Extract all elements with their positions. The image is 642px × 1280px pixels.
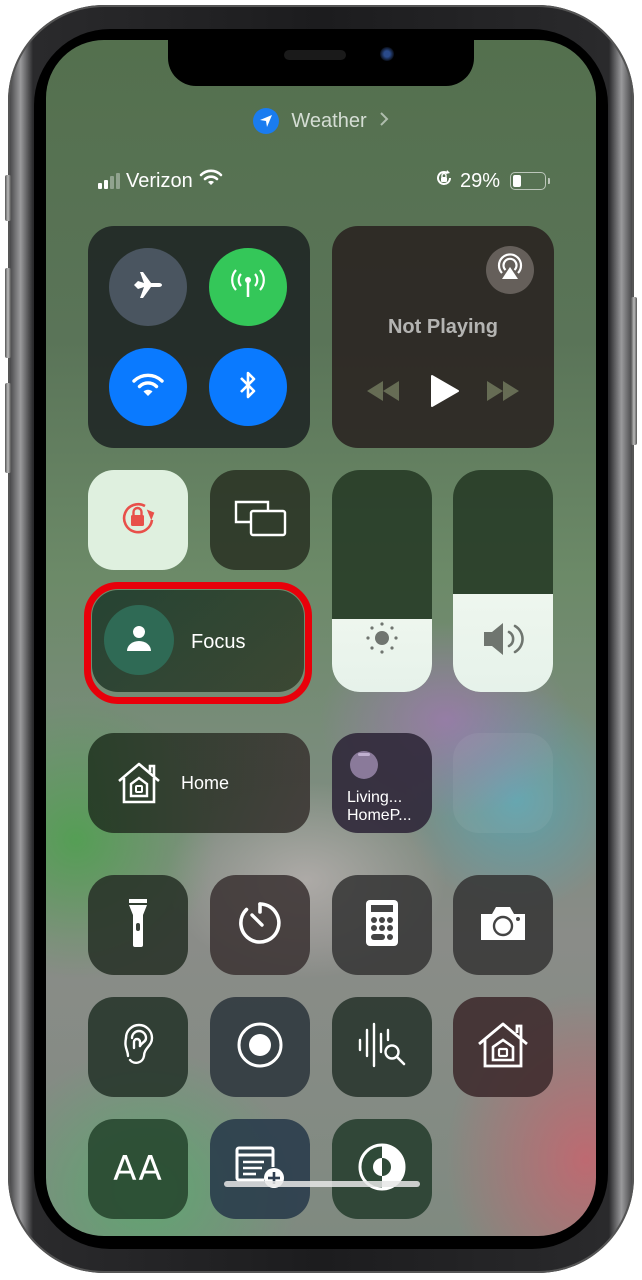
- notch: [168, 40, 474, 86]
- location-app-name: Weather: [291, 109, 367, 132]
- volume-up-button: [5, 268, 11, 358]
- cellular-antenna-icon: [228, 267, 268, 308]
- battery-level: [513, 175, 521, 187]
- wifi-toggle[interactable]: [109, 348, 187, 426]
- chevron-right-icon: [379, 110, 389, 133]
- cellular-data-toggle[interactable]: [209, 248, 287, 326]
- text-size-button[interactable]: AA: [88, 1119, 188, 1219]
- ear-icon: [120, 1020, 156, 1075]
- volume-down-button: [5, 383, 11, 473]
- now-playing-module[interactable]: Not Playing: [332, 226, 554, 448]
- rewind-icon[interactable]: [366, 380, 400, 407]
- camera-button[interactable]: [453, 875, 553, 975]
- wifi-icon: [199, 169, 223, 193]
- battery-percent: 29%: [459, 169, 500, 192]
- airplane-mode-toggle[interactable]: [109, 248, 187, 326]
- screen-mirroring-button[interactable]: [210, 470, 310, 570]
- mute-switch: [5, 175, 11, 221]
- battery-icon: [510, 172, 550, 190]
- timer-icon: [237, 900, 283, 951]
- calculator-button[interactable]: [332, 875, 432, 975]
- status-right: 29%: [434, 166, 550, 196]
- airplay-audio-icon: [495, 252, 525, 288]
- text-size-icon: AA: [113, 1149, 163, 1189]
- camera-icon: [479, 904, 527, 947]
- orientation-lock-toggle[interactable]: [88, 470, 188, 570]
- sound-recognition-button[interactable]: [332, 997, 432, 1097]
- focus-highlight-annotation: [84, 582, 312, 704]
- bluetooth-icon: [236, 368, 260, 407]
- home-icon: [116, 761, 162, 810]
- side-button: [631, 297, 637, 445]
- homepod-room: Living...: [347, 789, 403, 806]
- empty-tile-placeholder: [453, 733, 553, 833]
- screen-mirroring-icon: [232, 498, 288, 543]
- signal-bars-icon: [98, 173, 120, 189]
- speaker-grille: [284, 50, 346, 60]
- now-playing-title: Not Playing: [387, 316, 498, 338]
- screen-recording-button[interactable]: [210, 997, 310, 1097]
- sound-recognition-icon: [356, 1022, 408, 1073]
- carrier-name: Verizon: [126, 169, 193, 192]
- airplane-icon: [131, 268, 165, 307]
- calculator-icon: [365, 899, 399, 952]
- airplay-button[interactable]: [486, 246, 534, 294]
- homepod-device: HomeP...: [347, 807, 412, 824]
- location-arrow-icon: [253, 108, 280, 134]
- location-banner[interactable]: Weather: [0, 108, 642, 134]
- home-app-button[interactable]: [453, 997, 553, 1097]
- status-left: Verizon: [98, 166, 223, 196]
- home-indicator[interactable]: [224, 1181, 420, 1187]
- sun-icon: [364, 620, 400, 661]
- homepod-tile[interactable]: Living... HomeP...: [332, 733, 432, 833]
- orientation-lock-icon: [115, 495, 161, 546]
- record-icon: [236, 1021, 284, 1074]
- brightness-slider[interactable]: [332, 470, 432, 692]
- volume-slider[interactable]: [453, 470, 553, 692]
- front-camera: [380, 47, 394, 61]
- hearing-button[interactable]: [88, 997, 188, 1097]
- bluetooth-toggle[interactable]: [209, 348, 287, 426]
- quick-note-button[interactable]: [210, 1119, 310, 1219]
- speaker-icon: [481, 620, 527, 663]
- play-icon[interactable]: [430, 374, 460, 413]
- wifi-icon: [131, 372, 165, 403]
- home-label: Home: [181, 773, 230, 793]
- dark-mode-button[interactable]: [332, 1119, 432, 1219]
- home-button[interactable]: Home: [88, 733, 310, 833]
- dark-mode-icon: [357, 1142, 407, 1197]
- home-icon: [476, 1021, 530, 1074]
- flashlight-button[interactable]: [88, 875, 188, 975]
- fast-forward-icon[interactable]: [486, 380, 520, 407]
- connectivity-module: [88, 226, 310, 448]
- timer-button[interactable]: [210, 875, 310, 975]
- flashlight-icon: [127, 897, 149, 954]
- homepod-mini-icon: [350, 751, 378, 779]
- orientation-lock-icon: [434, 168, 454, 194]
